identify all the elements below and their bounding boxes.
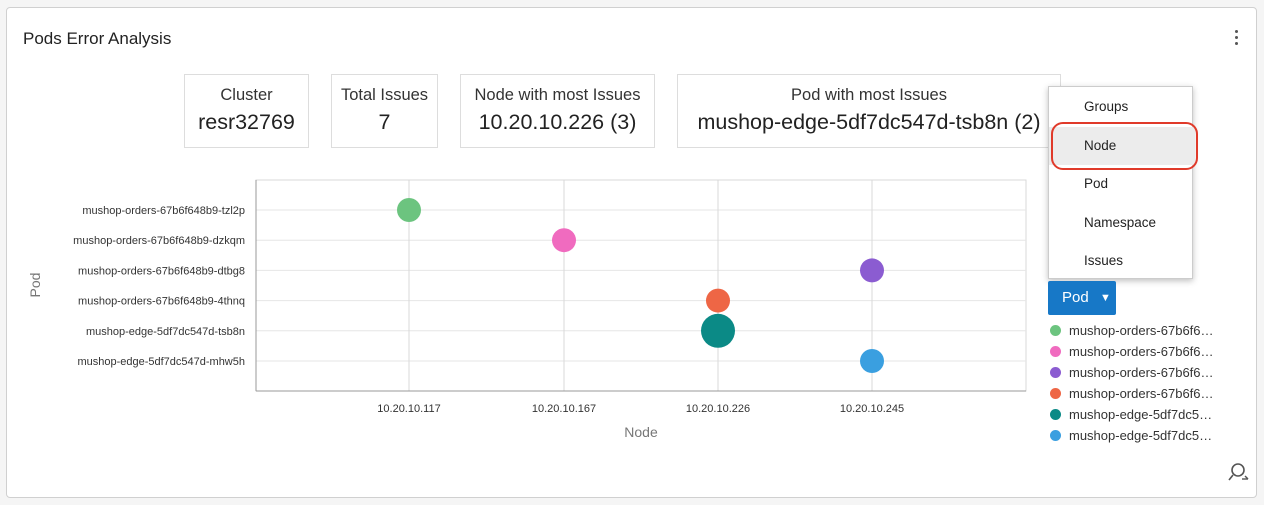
legend-dot-icon [1050, 325, 1061, 336]
x-tick-label: 10.20.10.167 [532, 403, 596, 415]
y-tick-labels: mushop-orders-67b6f648b9-tzl2p mushop-ord… [73, 205, 245, 368]
legend: mushop-orders-67b6f6… mushop-orders-67b6f… [1050, 320, 1250, 446]
data-point[interactable] [397, 198, 421, 222]
data-point[interactable] [860, 258, 884, 283]
y-tick-label: mushop-orders-67b6f648b9-4thnq [78, 296, 245, 308]
legend-item[interactable]: mushop-orders-67b6f6… [1050, 320, 1250, 341]
group-by-menu: Groups Node Pod Namespace Issues [1048, 86, 1198, 280]
chart-grid [255, 179, 1027, 392]
legend-dot-icon [1050, 346, 1061, 357]
group-by-pod-button[interactable]: Pod ▼ [1048, 281, 1116, 315]
y-axis-title: Pod [27, 273, 43, 298]
menu-item-pod[interactable]: Pod [1049, 165, 1194, 203]
y-tick-label: mushop-orders-67b6f648b9-dtbg8 [78, 265, 245, 277]
menu-item-groups[interactable]: Groups [1049, 88, 1194, 126]
legend-item[interactable]: mushop-orders-67b6f6… [1050, 362, 1250, 383]
y-tick-label: mushop-orders-67b6f648b9-tzl2p [82, 205, 245, 217]
plot-area [255, 179, 1027, 392]
x-tick-label: 10.20.10.117 [377, 403, 440, 415]
legend-label: mushop-orders-67b6f6… [1069, 323, 1214, 338]
y-tick-label: mushop-orders-67b6f648b9-dzkqm [73, 235, 245, 247]
data-point[interactable] [706, 288, 730, 313]
legend-label: mushop-edge-5df7dc5… [1069, 407, 1213, 422]
legend-dot-icon [1050, 388, 1061, 399]
x-tick-label: 10.20.10.245 [840, 403, 904, 415]
menu-item-node[interactable]: Node [1049, 126, 1194, 165]
menu-item-issues[interactable]: Issues [1049, 242, 1194, 280]
chevron-down-icon: ▼ [1100, 292, 1111, 304]
legend-dot-icon [1050, 409, 1061, 420]
legend-label: mushop-edge-5df7dc5… [1069, 428, 1213, 443]
x-tick-labels: 10.20.10.117 10.20.10.167 10.20.10.226 10.2… [377, 403, 904, 415]
legend-label: mushop-orders-67b6f6… [1069, 365, 1214, 380]
legend-item[interactable]: mushop-orders-67b6f6… [1050, 383, 1250, 404]
legend-label: mushop-orders-67b6f6… [1069, 386, 1214, 401]
legend-dot-icon [1050, 430, 1061, 441]
menu-item-namespace[interactable]: Namespace [1049, 204, 1194, 242]
data-point[interactable] [860, 349, 884, 373]
legend-dot-icon [1050, 367, 1061, 378]
data-point[interactable] [552, 228, 576, 253]
legend-item[interactable]: mushop-orders-67b6f6… [1050, 341, 1250, 362]
legend-label: mushop-orders-67b6f6… [1069, 344, 1214, 359]
zoom-icon[interactable] [1228, 461, 1250, 483]
x-tick-label: 10.20.10.226 [686, 403, 750, 415]
legend-item[interactable]: mushop-edge-5df7dc5… [1050, 425, 1250, 446]
x-axis-title: Node [624, 424, 658, 440]
legend-item[interactable]: mushop-edge-5df7dc5… [1050, 404, 1250, 425]
data-point[interactable] [701, 313, 735, 348]
group-by-button-label: Pod [1062, 289, 1089, 306]
y-tick-label: mushop-edge-5df7dc547d-mhw5h [77, 356, 245, 368]
y-tick-label: mushop-edge-5df7dc547d-tsb8n [86, 326, 245, 338]
